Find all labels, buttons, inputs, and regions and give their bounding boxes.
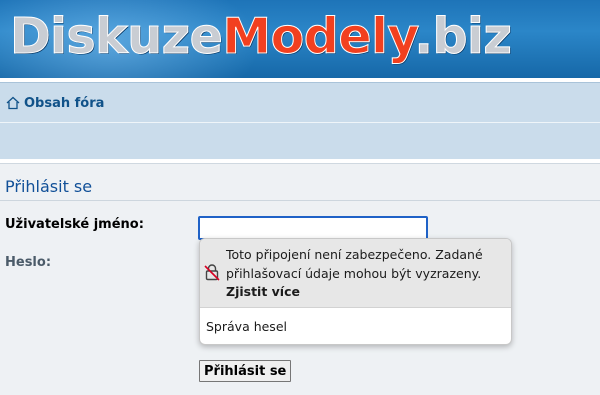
logo-text-part1: Diskuze bbox=[9, 8, 223, 66]
username-label: Uživatelské jméno: bbox=[5, 217, 144, 232]
site-logo[interactable]: DiskuzeModely.biz bbox=[9, 4, 513, 70]
username-input[interactable] bbox=[198, 216, 428, 240]
login-title-divider bbox=[0, 200, 600, 201]
insecure-warning: Toto připojení není zabezpečeno. Zadané … bbox=[200, 239, 511, 308]
learn-more-link[interactable]: Zjistit více bbox=[226, 284, 300, 299]
nav-divider bbox=[0, 122, 600, 123]
login-submit-button[interactable]: Přihlásit se bbox=[199, 360, 292, 382]
forum-index-label: Obsah fóra bbox=[24, 95, 105, 111]
forum-index-link[interactable]: Obsah fóra bbox=[5, 95, 104, 111]
navbar: Obsah fóra bbox=[0, 82, 600, 159]
broken-lock-icon bbox=[204, 263, 220, 281]
home-icon bbox=[5, 95, 21, 111]
password-label: Heslo: bbox=[5, 255, 52, 270]
site-banner: DiskuzeModely.biz bbox=[0, 0, 600, 78]
login-title: Přihlásit se bbox=[5, 177, 93, 196]
logo-text-part3: .biz bbox=[414, 8, 513, 66]
logo-text-part2: Modely bbox=[222, 8, 415, 66]
insecure-warning-text: Toto připojení není zabezpečeno. Zadané … bbox=[226, 247, 483, 281]
insecure-login-popup: Toto připojení není zabezpečeno. Zadané … bbox=[199, 238, 512, 345]
manage-passwords-item[interactable]: Správa hesel bbox=[206, 319, 287, 334]
